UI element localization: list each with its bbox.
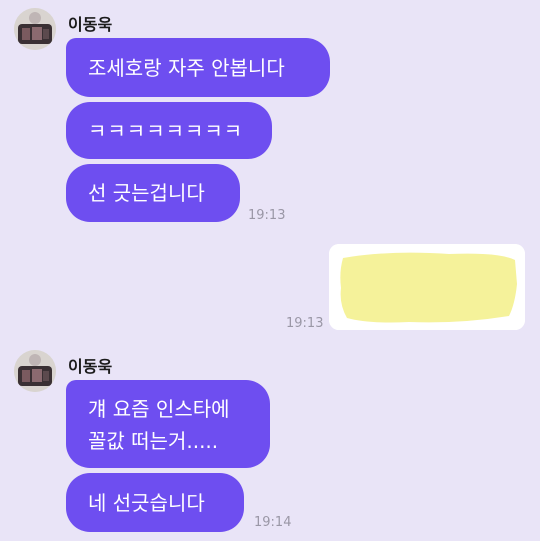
sender-avatar[interactable] <box>14 8 56 50</box>
avatar-photo-icon <box>14 8 56 50</box>
message-time: 19:13 <box>248 208 286 223</box>
chat-window: 이동욱 조세호랑 자주 안봅니다 ㅋㅋㅋㅋㅋㅋㅋㅋ 선 긋는겁니다 19:13 … <box>0 0 540 541</box>
message-bubble[interactable]: ㅋㅋㅋㅋㅋㅋㅋㅋ <box>66 102 272 159</box>
sender-name: 이동욱 <box>68 15 113 34</box>
message-bubble[interactable]: 선 긋는겁니다 <box>66 164 240 222</box>
sender-avatar[interactable] <box>14 350 56 392</box>
message-text: 걔 요즘 인스타에 꼴값 떠는거..... <box>88 397 230 453</box>
message-bubble[interactable]: 네 선긋습니다 <box>66 473 244 532</box>
message-bubble[interactable]: 조세호랑 자주 안봅니다 <box>66 38 330 97</box>
sender-name: 이동욱 <box>68 357 113 376</box>
my-message-time: 19:13 <box>286 316 324 331</box>
my-message-bubble[interactable] <box>329 244 525 330</box>
redaction-highlight-icon <box>329 244 525 330</box>
avatar-photo-icon <box>14 350 56 392</box>
message-bubble[interactable]: 걔 요즘 인스타에 꼴값 떠는거..... <box>66 380 270 468</box>
message-time: 19:14 <box>254 515 292 530</box>
